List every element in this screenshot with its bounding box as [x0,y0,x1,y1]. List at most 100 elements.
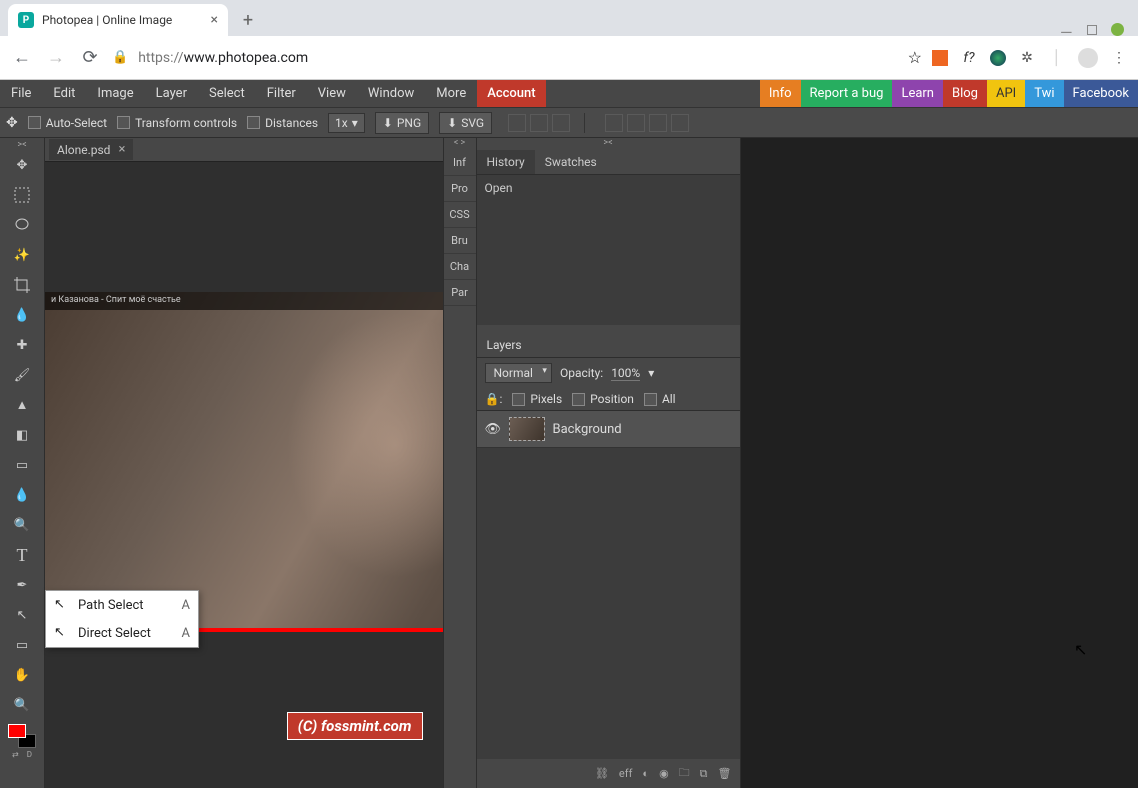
menu-window[interactable]: Window [357,80,425,107]
layers-header[interactable]: Layers [477,333,740,358]
link-layers-icon[interactable]: ⛓ [595,764,609,783]
canvas[interactable]: и Казанова - Спит моё счастье ◔ ↗ (C) fo… [45,162,443,788]
transform-controls-checkbox[interactable]: Transform controls [117,116,237,130]
layer-visibility-icon[interactable]: 👁 [485,422,501,437]
ctx-direct-select[interactable]: ↖ Direct Select A [46,619,198,647]
layer-name[interactable]: Background [553,422,622,437]
menu-account[interactable]: Account [477,80,545,107]
eyedropper-tool[interactable]: 💧 [8,301,36,329]
new-layer-icon[interactable]: ⧉ [700,764,708,783]
reset-colors-icon[interactable]: D [27,750,32,759]
ext-icon-3[interactable] [990,50,1006,66]
browser-menu-icon[interactable]: ⋮ [1110,49,1128,67]
back-button[interactable]: ← [10,47,34,68]
opacity-dropdown-icon[interactable]: ▾ [648,366,654,380]
type-tool[interactable]: T [8,541,36,569]
gutter-tab-css[interactable]: CSS [444,202,476,228]
new-folder-icon[interactable]: 🗀 [679,764,690,783]
move-tool[interactable]: ✥ [8,151,36,179]
distribute-1-icon[interactable] [605,114,623,132]
eraser-tool[interactable]: ◧ [8,421,36,449]
blend-mode-select[interactable]: Normal [485,363,552,383]
pill-report-bug[interactable]: Report a bug [801,80,893,107]
toolbox-expand[interactable]: >< [0,140,44,150]
browser-tab[interactable]: P Photopea | Online Image × [8,4,228,36]
url-field[interactable]: https://www.photopea.com [138,50,897,66]
heal-tool[interactable]: ✚ [8,331,36,359]
swap-colors-icon[interactable]: ⇄ [12,750,19,759]
brush-tool[interactable]: 🖌 [8,361,36,389]
ext-icon-4[interactable]: ✲ [1018,49,1036,67]
stamp-tool[interactable]: ▲ [8,391,36,419]
adjustment-layer-icon[interactable]: ◉ [659,764,669,783]
layer-effects-button[interactable]: eff [619,764,632,783]
pill-facebook[interactable]: Facebook [1064,80,1138,107]
tab-swatches[interactable]: Swatches [535,150,607,174]
gutter-expand[interactable]: < > [444,138,476,150]
lock-all-checkbox[interactable]: All [644,392,676,406]
pill-info[interactable]: Info [760,80,801,107]
crop-tool[interactable] [8,271,36,299]
close-window-icon[interactable] [1111,23,1124,36]
hand-tool[interactable]: ✋ [8,661,36,689]
ext-icon-1[interactable] [932,50,948,66]
ext-icon-2[interactable]: f? [960,49,978,67]
star-icon[interactable]: ☆ [908,48,922,67]
lock-pixels-checkbox[interactable]: Pixels [512,392,562,406]
gutter-tab-channels[interactable]: Cha [444,254,476,280]
lasso-tool[interactable] [8,211,36,239]
lock-icon[interactable]: 🔒 [112,50,128,65]
tab-history[interactable]: History [477,150,535,174]
forward-button[interactable]: → [44,47,68,68]
ctx-path-select[interactable]: ↖ Path Select A [46,591,198,619]
pen-tool[interactable]: ✒ [8,571,36,599]
new-tab-button[interactable]: + [234,6,262,34]
menu-more[interactable]: More [425,80,477,107]
lock-position-checkbox[interactable]: Position [572,392,634,406]
maximize-icon[interactable] [1087,25,1097,35]
history-entry[interactable]: Open [485,181,732,195]
panels-expand[interactable]: >< [477,138,740,150]
gutter-tab-brush[interactable]: Bru [444,228,476,254]
profile-avatar-icon[interactable] [1078,48,1098,68]
gutter-tab-info[interactable]: Inf [444,150,476,176]
menu-filter[interactable]: Filter [256,80,307,107]
dodge-tool[interactable]: 🔍 [8,511,36,539]
distribute-2-icon[interactable] [627,114,645,132]
pill-blog[interactable]: Blog [943,80,987,107]
menu-layer[interactable]: Layer [145,80,198,107]
align-right-icon[interactable] [552,114,570,132]
pill-twitter[interactable]: Twi [1025,80,1063,107]
layer-mask-icon[interactable]: ◐ [642,764,649,783]
zoom-select[interactable]: 1x▾ [328,113,365,133]
zoom-tool[interactable]: 🔍 [8,691,36,719]
layer-row[interactable]: 👁 Background [477,411,740,448]
shape-tool[interactable]: ▭ [8,631,36,659]
document-tab-close-icon[interactable]: × [118,142,125,157]
document-tab[interactable]: Alone.psd × [49,139,133,160]
gutter-tab-paragraph[interactable]: Par [444,280,476,306]
menu-file[interactable]: File [0,80,42,107]
tab-close-icon[interactable]: × [211,12,218,28]
path-select-tool[interactable]: ↖ [8,601,36,629]
pill-api[interactable]: API [987,80,1025,107]
pill-learn[interactable]: Learn [892,80,943,107]
reload-button[interactable]: ⟳ [78,47,102,68]
gradient-tool[interactable]: ▭ [8,451,36,479]
align-center-icon[interactable] [530,114,548,132]
minimize-icon[interactable]: — [1060,23,1073,36]
color-swatches[interactable]: ⇄D [8,724,36,759]
layer-thumbnail[interactable] [509,417,545,441]
opacity-value[interactable]: 100% [611,366,640,381]
menu-edit[interactable]: Edit [42,80,86,107]
auto-select-checkbox[interactable]: Auto-Select [28,116,107,130]
blur-tool[interactable]: 💧 [8,481,36,509]
distribute-4-icon[interactable] [671,114,689,132]
marquee-tool[interactable] [8,181,36,209]
distribute-3-icon[interactable] [649,114,667,132]
menu-image[interactable]: Image [86,80,144,107]
delete-layer-icon[interactable]: 🗑 [718,764,732,783]
export-svg-button[interactable]: ⬇SVG [439,112,492,134]
align-left-icon[interactable] [508,114,526,132]
menu-select[interactable]: Select [198,80,256,107]
